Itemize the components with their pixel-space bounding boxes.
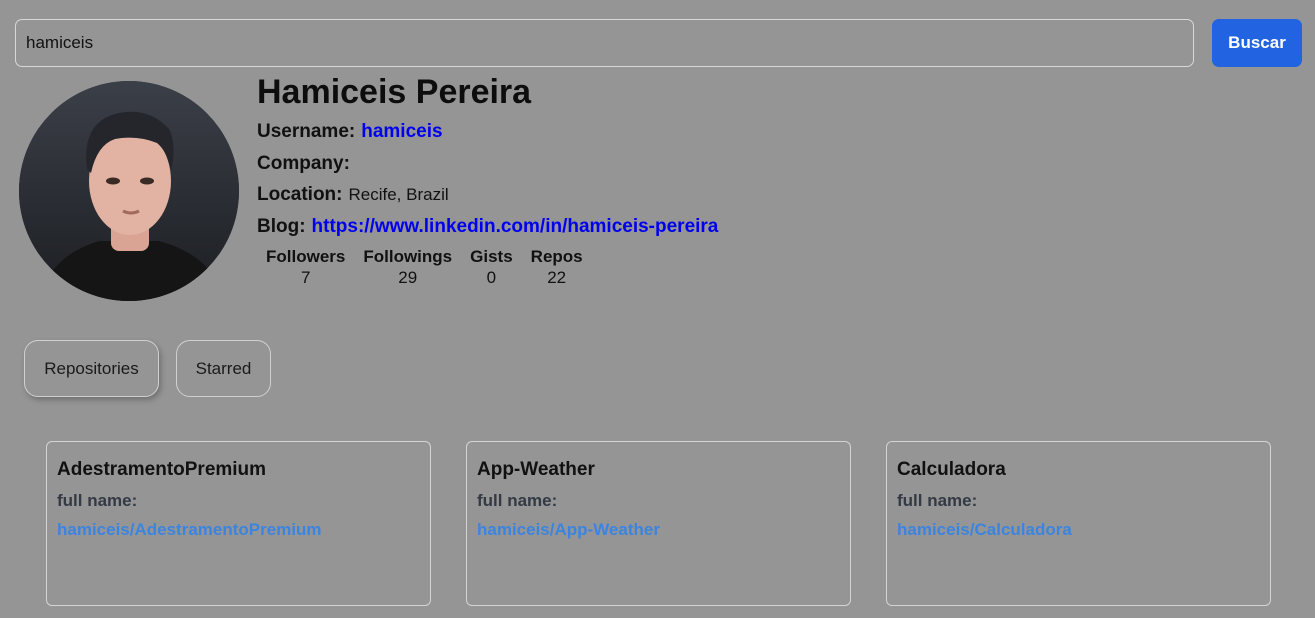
avatar xyxy=(19,81,239,301)
repo-name: AdestramentoPremium xyxy=(57,459,267,480)
stat-label: Repos xyxy=(530,247,583,266)
username-label: Username: xyxy=(257,121,356,142)
profile-name: Hamiceis Pereira xyxy=(257,73,532,111)
username-link[interactable]: hamiceis xyxy=(361,121,442,142)
repo-fullname-link[interactable]: hamiceis/AdestramentoPremium xyxy=(57,519,420,541)
repo-fullname-label: full name: xyxy=(477,491,558,510)
blog-link[interactable]: https://www.linkedin.com/in/hamiceis-per… xyxy=(312,216,719,237)
stat-followings: Followings 29 xyxy=(363,247,452,288)
location-value: Recife, Brazil xyxy=(348,185,449,204)
repo-fullname-label: full name: xyxy=(897,491,978,510)
avatar-photo xyxy=(19,81,239,301)
search-input[interactable] xyxy=(15,19,1194,67)
location-label: Location: xyxy=(257,184,343,205)
blog-row: Blog: https://www.linkedin.com/in/hamicei… xyxy=(257,215,718,239)
company-label: Company: xyxy=(257,153,350,174)
repo-name: App-Weather xyxy=(477,459,595,480)
search-button[interactable]: Buscar xyxy=(1212,19,1302,67)
stat-value: 7 xyxy=(300,268,311,287)
tab-starred[interactable]: Starred xyxy=(176,340,271,397)
search-bar xyxy=(15,19,1194,67)
repo-fullname-link[interactable]: hamiceis/App-Weather xyxy=(477,519,840,541)
location-row: Location: Recife, Brazil xyxy=(257,183,449,207)
stat-followers: Followers 7 xyxy=(266,247,345,288)
repo-fullname-label: full name: xyxy=(57,491,138,510)
stat-repos: Repos 22 xyxy=(531,247,583,288)
repo-name: Calculadora xyxy=(897,459,1006,480)
company-row: Company: xyxy=(257,152,356,176)
repo-card: Calculadora full name: hamiceis/Calculad… xyxy=(886,441,1271,606)
repo-card: App-Weather full name: hamiceis/App-Weat… xyxy=(466,441,851,606)
blog-label: Blog: xyxy=(257,216,306,237)
repo-card: AdestramentoPremium full name: hamiceis/… xyxy=(46,441,431,606)
stat-label: Followers xyxy=(266,247,346,266)
tab-repositories[interactable]: Repositories xyxy=(24,340,159,397)
stat-gists: Gists 0 xyxy=(470,247,513,288)
stat-value: 29 xyxy=(398,268,418,287)
profile-stats: Followers 7 Followings 29 Gists 0 Repos … xyxy=(266,247,583,288)
username-row: Username: hamiceis xyxy=(257,120,443,144)
stat-value: 22 xyxy=(547,268,567,287)
stat-value: 0 xyxy=(486,268,497,287)
repo-fullname-link[interactable]: hamiceis/Calculadora xyxy=(897,519,1260,541)
stat-label: Gists xyxy=(470,247,513,266)
stat-label: Followings xyxy=(363,247,453,266)
